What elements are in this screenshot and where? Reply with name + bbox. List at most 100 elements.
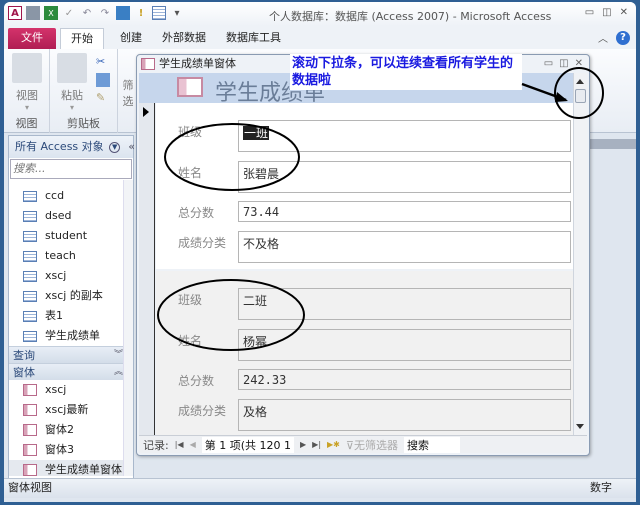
undo-icon[interactable]: ↶ [80, 6, 94, 20]
tab-home[interactable]: 开始 [60, 28, 104, 49]
last-record-icon[interactable]: ▶| [312, 440, 321, 449]
previous-record-icon[interactable]: ◀ [190, 440, 196, 449]
nav-item-label: 窗体2 [45, 423, 74, 436]
nav-item-label: 学生成绩单窗体 [45, 463, 122, 476]
scroll-thumb[interactable] [575, 89, 586, 103]
table-icon [23, 290, 37, 302]
close-icon[interactable]: ✕ [575, 55, 583, 73]
table-icon [23, 330, 37, 342]
field-total[interactable]: 73.44 [238, 201, 571, 222]
nav-item-form[interactable]: xscj [9, 380, 133, 400]
help-icon[interactable]: ? [616, 30, 630, 45]
checkmark-icon[interactable]: ✓ [62, 6, 76, 20]
view-button-label: 视图 [16, 89, 38, 102]
field-class[interactable]: 一班 [238, 120, 571, 152]
excel-icon[interactable]: X [44, 6, 58, 20]
nav-item-table[interactable]: dsed [9, 206, 133, 226]
customize-icon[interactable]: ▾ [170, 6, 184, 20]
minimize-ribbon-icon[interactable]: ︿ [598, 30, 608, 45]
field-class[interactable]: 二班 [238, 288, 571, 320]
form-icon [23, 464, 37, 476]
new-record-icon[interactable]: ▶✱ [327, 440, 340, 449]
nav-group-queries[interactable]: 查询 ︾ [9, 346, 133, 363]
restore-icon[interactable]: ◫ [602, 7, 611, 18]
record-selector[interactable] [139, 103, 155, 435]
status-bar: 窗体视图 数字 [4, 478, 636, 498]
nav-item-table[interactable]: xscj [9, 266, 133, 286]
field-total[interactable]: 242.33 [238, 369, 571, 390]
cut-icon[interactable]: ✂ [96, 55, 110, 69]
access-logo-icon[interactable]: A [8, 6, 22, 20]
nav-item-label: 窗体3 [45, 443, 74, 456]
nav-item-table[interactable]: ccd [9, 186, 133, 206]
label-category: 成绩分类 [178, 404, 227, 418]
form-window-title: 学生成绩单窗体 [159, 57, 236, 70]
label-total: 总分数 [178, 206, 215, 220]
filter-status[interactable]: ⊽无筛选器 [346, 437, 398, 453]
nav-item-table[interactable]: xscj 的副本 [9, 286, 133, 306]
tab-create[interactable]: 创建 [110, 28, 152, 49]
field-class-value: 一班 [243, 126, 270, 140]
redo-icon[interactable]: ↷ [98, 6, 112, 20]
filter-button[interactable]: 筛选 [118, 77, 138, 109]
nav-pane-header[interactable]: 所有 Access 对象 ▼ « [9, 136, 135, 158]
nav-item-form[interactable]: 窗体2 [9, 420, 133, 440]
save-icon[interactable] [26, 6, 40, 20]
exclamation-icon[interactable]: ! [134, 6, 148, 20]
paste-button[interactable]: 粘贴 ▾ [52, 53, 92, 112]
nav-item-label: ccd [45, 189, 65, 202]
nav-item-form[interactable]: xscj最新 [9, 400, 133, 420]
scroll-down-icon[interactable] [576, 424, 584, 429]
nav-scrollbar[interactable] [123, 180, 133, 476]
dropdown-icon[interactable]: ▼ [109, 141, 121, 153]
ribbon-group-sort-filter: 筛选 [118, 49, 138, 133]
field-category[interactable]: 及格 [238, 399, 571, 431]
form-vertical-scrollbar[interactable] [573, 73, 587, 435]
nav-item-label: student [45, 229, 88, 242]
copy-icon[interactable] [96, 73, 110, 87]
label-class: 班级 [178, 293, 203, 307]
nav-item-form[interactable]: 窗体3 [9, 440, 133, 460]
nav-search-input[interactable] [11, 160, 111, 177]
tab-file[interactable]: 文件 [8, 28, 56, 49]
table-icon[interactable] [152, 6, 166, 20]
nav-item-form-selected[interactable]: 学生成绩单窗体 [9, 460, 133, 476]
table-icon [23, 310, 37, 322]
navigation-pane: 所有 Access 对象 ▼ « ⌕ ccd dsed student teac… [8, 135, 143, 480]
ribbon-group-clipboard: 粘贴 ▾ ✂ ✎ 剪贴板 [50, 49, 118, 133]
current-record-field[interactable]: 第 1 项(共 120 1 [201, 436, 295, 453]
window-controls: ▭ ◫ ✕ [585, 7, 628, 18]
next-record-icon[interactable]: ▶ [300, 440, 306, 449]
close-icon[interactable]: ✕ [620, 7, 628, 18]
field-category[interactable]: 不及格 [238, 231, 571, 263]
table-icon [23, 230, 37, 242]
form-window-controls: ▭ ◫ ✕ [544, 55, 583, 73]
nav-item-table[interactable]: 学生成绩单 [9, 326, 133, 346]
tab-external-data[interactable]: 外部数据 [152, 28, 216, 49]
label-class: 班级 [178, 125, 203, 139]
field-name[interactable]: 杨幂 [238, 329, 571, 361]
nav-item-table[interactable]: student [9, 226, 133, 246]
minimize-icon[interactable]: ▭ [544, 55, 553, 73]
minimize-icon[interactable]: ▭ [585, 7, 594, 18]
nav-group-label: 查询 [13, 349, 35, 362]
nav-item-table[interactable]: teach [9, 246, 133, 266]
nav-item-label: 表1 [45, 309, 63, 322]
collapse-pane-icon[interactable]: « [128, 136, 135, 158]
restore-icon[interactable]: ◫ [559, 55, 568, 73]
table-icon [23, 250, 37, 262]
first-record-icon[interactable]: |◀ [175, 440, 184, 449]
nav-item-table[interactable]: 表1 [9, 306, 133, 326]
view-button[interactable]: 视图 ▾ [7, 53, 47, 112]
tab-database-tools[interactable]: 数据库工具 [216, 28, 291, 49]
record-search-input[interactable]: 搜索 [403, 436, 460, 453]
format-painter-icon[interactable]: ✎ [96, 91, 110, 105]
nav-item-label: xscj最新 [45, 403, 89, 416]
nav-group-forms[interactable]: 窗体 ︽ [9, 363, 133, 380]
image-icon[interactable] [116, 6, 130, 20]
label-total: 总分数 [178, 374, 215, 388]
field-name[interactable]: 张碧晨 [238, 161, 571, 193]
form-icon [141, 58, 155, 70]
label-name: 姓名 [178, 334, 203, 348]
scroll-up-icon[interactable] [576, 79, 584, 84]
